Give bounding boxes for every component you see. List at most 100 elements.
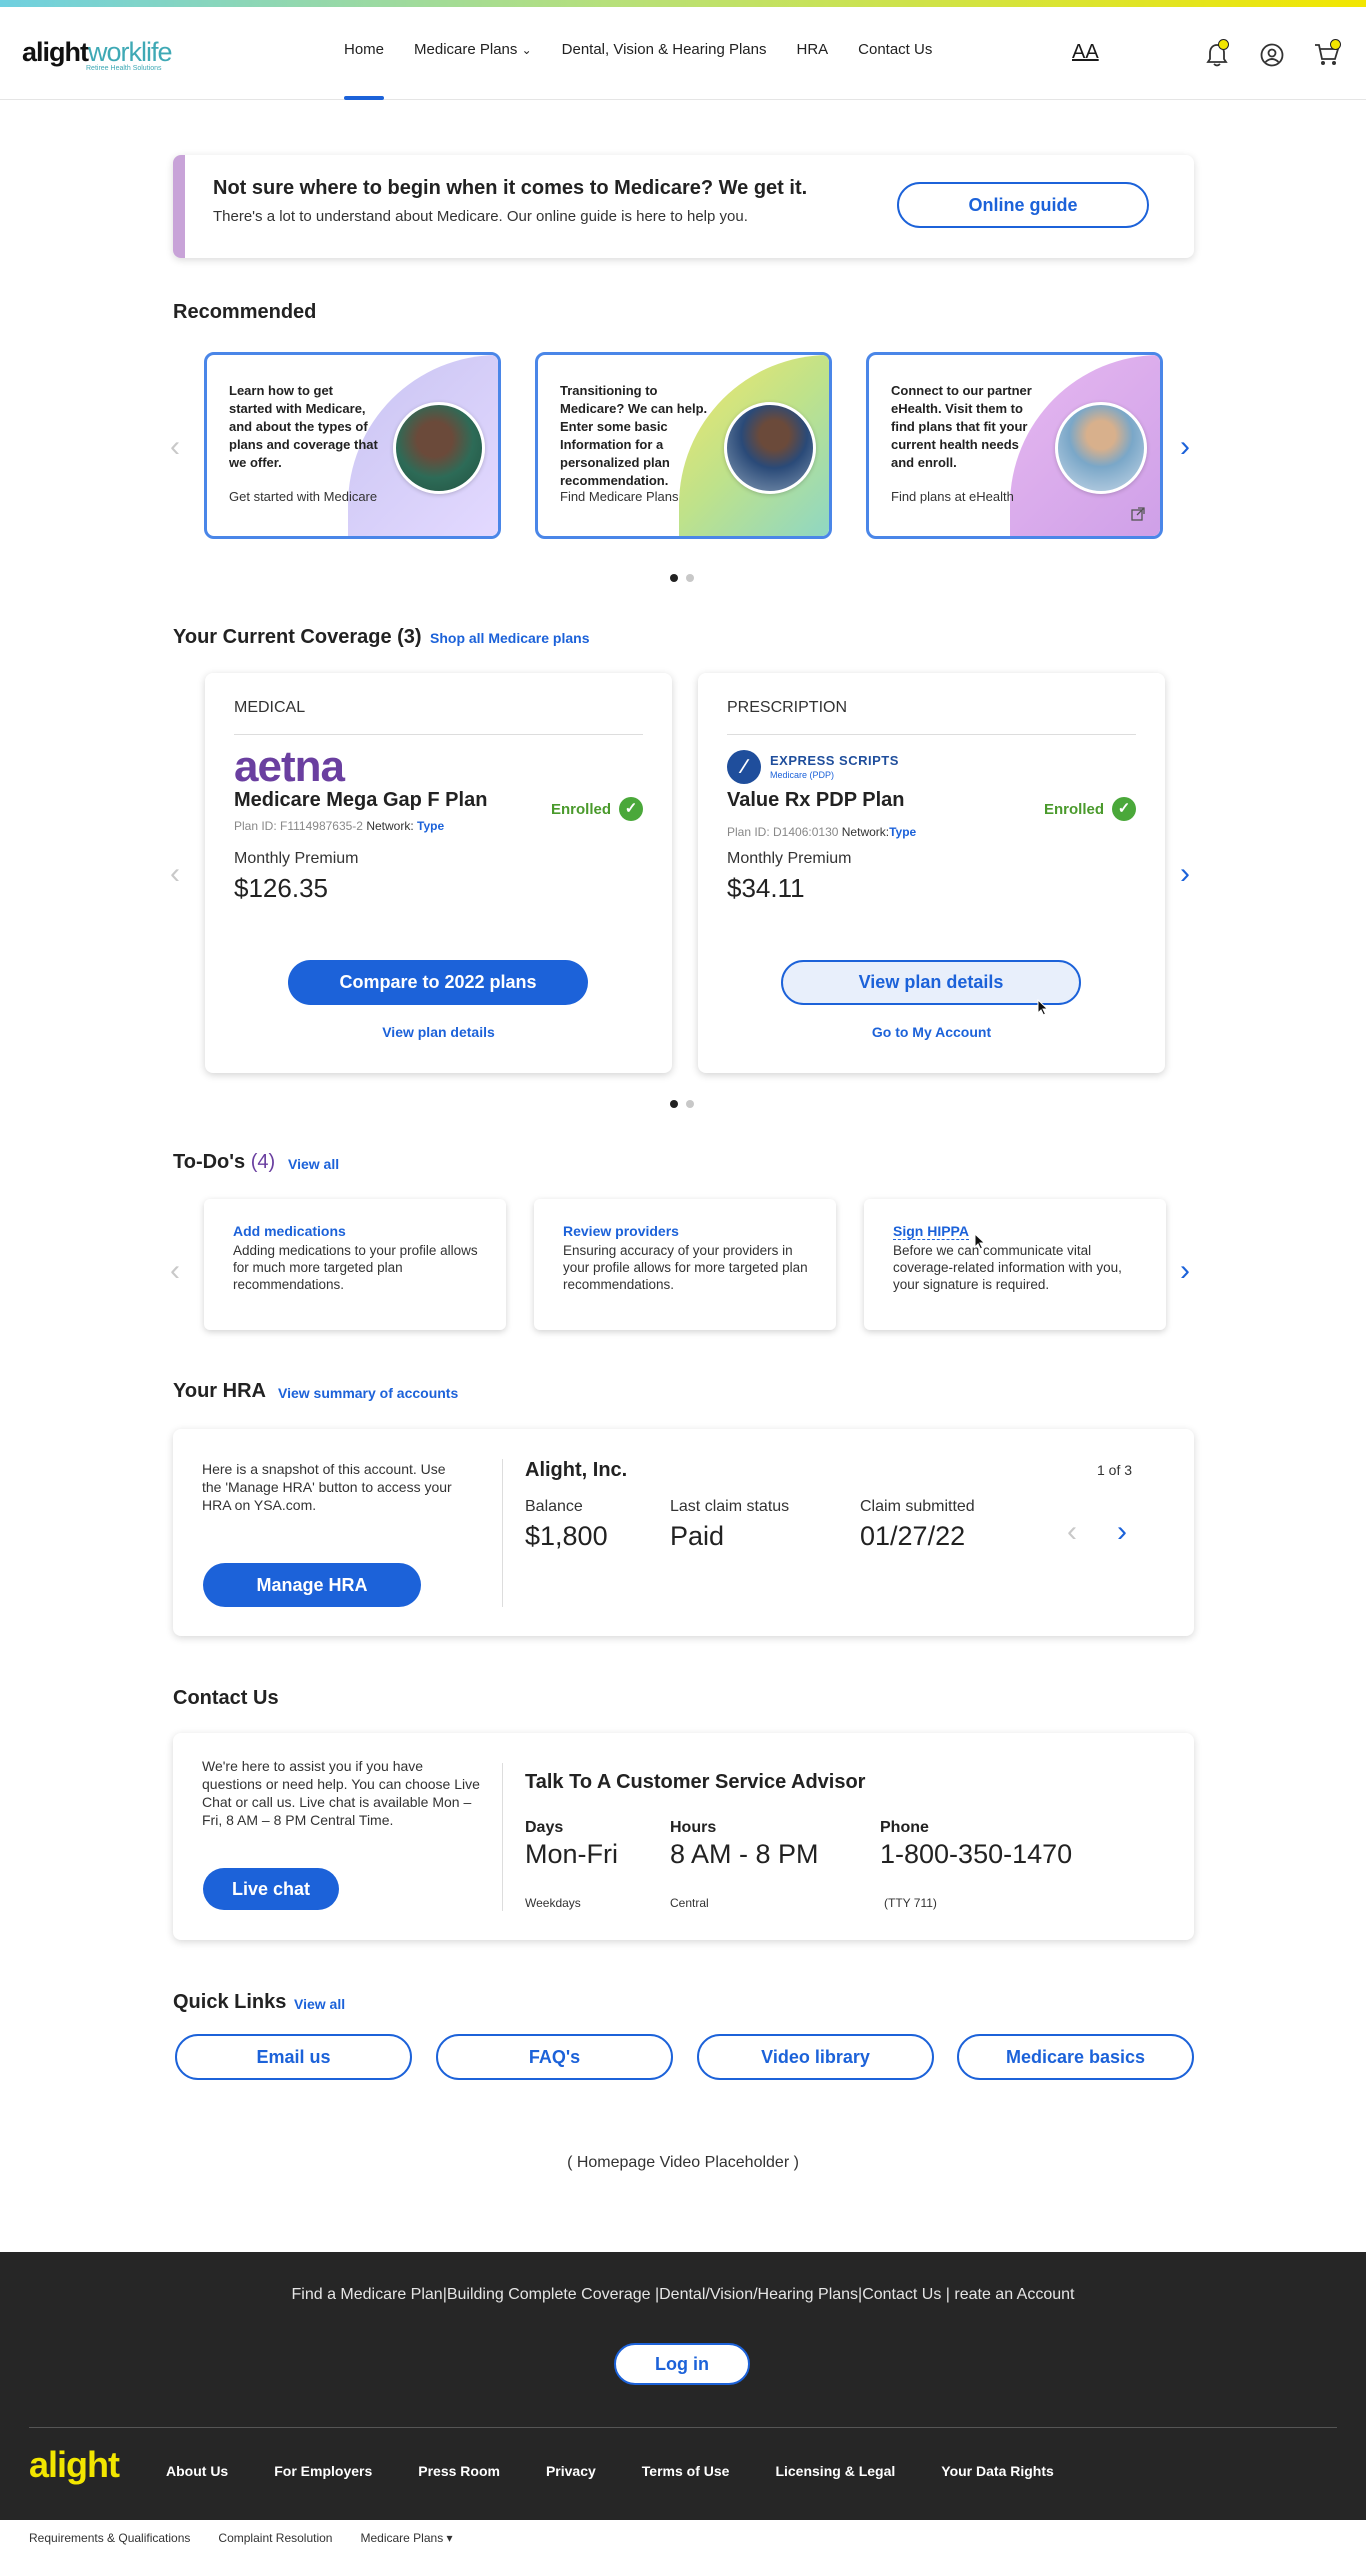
footer-press-room[interactable]: Press Room bbox=[418, 2463, 500, 2479]
card-link[interactable]: Find Medicare Plans bbox=[560, 489, 679, 504]
claim-submitted-label: Claim submitted bbox=[860, 1498, 975, 1515]
hours-label: Hours bbox=[670, 1819, 717, 1836]
footer-links[interactable]: Find a Medicare Plan|Building Complete C… bbox=[0, 2286, 1366, 2304]
chevron-left-icon[interactable]: ‹ bbox=[170, 432, 180, 462]
recommended-card-find-plans[interactable]: Transitioning to Medicare? We can help. … bbox=[535, 352, 832, 539]
recommended-card-get-started[interactable]: Learn how to get started with Medicare, … bbox=[204, 352, 501, 539]
cart-icon[interactable] bbox=[1314, 39, 1341, 72]
todo-title[interactable]: Add medications bbox=[233, 1223, 346, 1239]
text-size-icon[interactable]: AA bbox=[1072, 41, 1099, 64]
mouse-cursor-icon bbox=[1037, 998, 1049, 1021]
nav-home[interactable]: Home bbox=[344, 7, 385, 100]
online-guide-banner: Not sure where to begin when it comes to… bbox=[173, 155, 1194, 258]
check-icon: ✓ bbox=[619, 797, 643, 821]
chevron-right-icon[interactable]: › bbox=[1180, 432, 1190, 462]
hra-intro: Here is a snapshot of this account. Use … bbox=[202, 1461, 452, 1513]
compare-plans-button[interactable]: Compare to 2022 plans bbox=[288, 960, 588, 1005]
manage-hra-button[interactable]: Manage HRA bbox=[203, 1563, 421, 1607]
chevron-right-icon[interactable]: › bbox=[1180, 1256, 1190, 1286]
chevron-down-icon: ⌄ bbox=[521, 43, 532, 57]
view-plan-details-button[interactable]: View plan details bbox=[781, 960, 1081, 1005]
card-text: Learn how to get started with Medicare, … bbox=[229, 383, 378, 470]
todo-text: Adding medications to your profile allow… bbox=[233, 1243, 478, 1292]
chevron-left-icon[interactable]: ‹ bbox=[170, 1256, 180, 1286]
chevron-right-icon[interactable]: › bbox=[1180, 859, 1190, 889]
status-badge: Enrolled ✓ bbox=[551, 797, 643, 821]
nav-hra[interactable]: HRA bbox=[796, 7, 828, 100]
todos-view-all-link[interactable]: View all bbox=[288, 1156, 339, 1172]
nav-medicare-plans[interactable]: Medicare Plans ⌄ bbox=[414, 7, 532, 100]
page-dot-active[interactable] bbox=[670, 574, 678, 582]
hra-title: Your HRA bbox=[173, 1380, 266, 1402]
chevron-right-icon[interactable]: › bbox=[1117, 1517, 1127, 1547]
man-at-laptop-image bbox=[724, 402, 816, 494]
todo-card-add-medications[interactable]: Add medications Adding medications to yo… bbox=[204, 1199, 506, 1330]
brand-gradient-bar bbox=[0, 0, 1366, 7]
view-summary-link[interactable]: View summary of accounts bbox=[278, 1385, 458, 1401]
claim-status-label: Last claim status bbox=[670, 1498, 790, 1515]
medicare-plans-dropdown[interactable]: Medicare Plans ▾ bbox=[360, 2531, 452, 2545]
complaint-resolution-link[interactable]: Complaint Resolution bbox=[218, 2531, 332, 2545]
faqs-button[interactable]: FAQ's bbox=[436, 2034, 673, 2080]
page-dot[interactable] bbox=[686, 1100, 694, 1108]
chevron-left-icon[interactable]: ‹ bbox=[1067, 1517, 1077, 1547]
quick-links-view-all-link[interactable]: View all bbox=[294, 1996, 345, 2012]
footer-licensing[interactable]: Licensing & Legal bbox=[775, 2463, 895, 2479]
todo-card-review-providers[interactable]: Review providers Ensuring accuracy of yo… bbox=[534, 1199, 836, 1330]
card-link[interactable]: Find plans at eHealth bbox=[891, 489, 1014, 504]
todo-title[interactable]: Sign HIPPA bbox=[893, 1223, 969, 1240]
todo-card-sign-hippa[interactable]: Sign HIPPA Before we can communicate vit… bbox=[864, 1199, 1166, 1330]
email-us-button[interactable]: Email us bbox=[175, 2034, 412, 2080]
video-library-button[interactable]: Video library bbox=[697, 2034, 934, 2080]
card-text: Transitioning to Medicare? We can help. … bbox=[560, 383, 708, 488]
network-type-link[interactable]: Type bbox=[417, 819, 444, 833]
claim-submitted-value: 01/27/22 bbox=[860, 1521, 966, 1551]
account-icon[interactable] bbox=[1260, 43, 1284, 72]
express-scripts-mark-icon: ∕ bbox=[727, 750, 761, 784]
coverage-card-medical: MEDICAL aetna Medicare Mega Gap F Plan P… bbox=[205, 673, 672, 1073]
footer-privacy[interactable]: Privacy bbox=[546, 2463, 596, 2479]
page-dot[interactable] bbox=[686, 574, 694, 582]
chevron-left-icon[interactable]: ‹ bbox=[170, 859, 180, 889]
balance-value: $1,800 bbox=[525, 1521, 608, 1551]
nav-contact-us[interactable]: Contact Us bbox=[858, 7, 932, 100]
card-link[interactable]: Get started with Medicare bbox=[229, 489, 377, 504]
bell-icon[interactable] bbox=[1206, 39, 1229, 72]
divider bbox=[502, 1459, 503, 1607]
login-button[interactable]: Log in bbox=[614, 2343, 750, 2385]
footer-for-employers[interactable]: For Employers bbox=[274, 2463, 372, 2479]
footer-about-us[interactable]: About Us bbox=[166, 2463, 228, 2479]
view-plan-details-link[interactable]: View plan details bbox=[205, 1024, 672, 1040]
banner-accent bbox=[173, 155, 185, 258]
online-guide-button[interactable]: Online guide bbox=[897, 182, 1149, 228]
claim-status-value: Paid bbox=[670, 1521, 725, 1551]
recommended-card-ehealth[interactable]: Connect to our partner eHealth. Visit th… bbox=[866, 352, 1163, 539]
footer-logo[interactable]: alight bbox=[29, 2444, 120, 2486]
footer-terms[interactable]: Terms of Use bbox=[642, 2463, 730, 2479]
requirements-link[interactable]: Requirements & Qualifications bbox=[29, 2531, 190, 2545]
main-nav: Home Medicare Plans ⌄ Dental, Vision & H… bbox=[344, 7, 932, 100]
medicare-basics-button[interactable]: Medicare basics bbox=[957, 2034, 1194, 2080]
go-to-my-account-link[interactable]: Go to My Account bbox=[698, 1024, 1165, 1040]
quick-links-title: Quick Links bbox=[173, 1991, 287, 2013]
hra-pager: 1 of 3 bbox=[1097, 1462, 1133, 1478]
premium-value: $34.11 bbox=[727, 873, 805, 903]
logo-tagline: Retiree Health Solutions bbox=[86, 65, 162, 72]
todo-title[interactable]: Review providers bbox=[563, 1223, 679, 1239]
network-type-link[interactable]: Type bbox=[889, 825, 916, 839]
site-logo[interactable]: alightworklife bbox=[22, 37, 173, 68]
todo-text: Before we can communicate vital coverage… bbox=[893, 1243, 1122, 1292]
check-icon: ✓ bbox=[1112, 797, 1136, 821]
nav-dental-vision-hearing[interactable]: Dental, Vision & Hearing Plans bbox=[562, 7, 767, 100]
external-link-icon bbox=[1131, 507, 1145, 526]
live-chat-button[interactable]: Live chat bbox=[203, 1868, 339, 1910]
phone-value[interactable]: 1-800-350-1470 bbox=[880, 1839, 1072, 1870]
bottom-links: Requirements & Qualifications Complaint … bbox=[29, 2531, 453, 2545]
status-badge: Enrolled ✓ bbox=[1044, 797, 1136, 821]
todo-text: Ensuring accuracy of your providers in y… bbox=[563, 1243, 808, 1292]
footer-data-rights[interactable]: Your Data Rights bbox=[941, 2463, 1054, 2479]
days-value: Mon-Fri bbox=[525, 1839, 618, 1869]
page-dot-active[interactable] bbox=[670, 1100, 678, 1108]
days-note: Weekdays bbox=[525, 1896, 581, 1910]
shop-all-plans-link[interactable]: Shop all Medicare plans bbox=[430, 630, 590, 646]
